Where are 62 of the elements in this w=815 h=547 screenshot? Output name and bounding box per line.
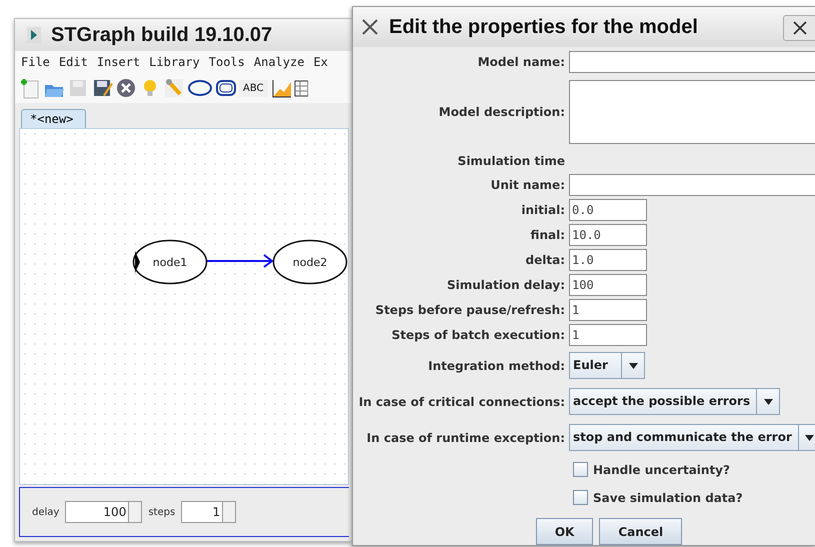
menu-item[interactable]: Tools xyxy=(208,55,245,69)
field-label: Steps of batch execution: xyxy=(390,328,565,342)
text-area[interactable] xyxy=(569,80,815,144)
ok-button[interactable]: OK xyxy=(536,518,594,545)
input-field[interactable]: 10.0 xyxy=(569,224,647,246)
floppy-pencil-icon[interactable] xyxy=(91,77,113,99)
input-field[interactable]: 1 xyxy=(569,324,647,346)
cancel-button[interactable]: Cancel xyxy=(599,518,682,545)
chart-icon[interactable] xyxy=(270,77,292,99)
field-label: final: xyxy=(530,228,565,242)
rounded-rectangle-icon[interactable] xyxy=(215,77,237,99)
tab[interactable]: *<new> xyxy=(21,109,86,128)
dropdown[interactable]: Euler xyxy=(569,352,645,379)
close-icon xyxy=(792,20,808,36)
menu-item[interactable]: Analyze xyxy=(254,55,304,69)
dropdown-arrow-icon xyxy=(764,398,773,404)
dropdown-arrow-icon xyxy=(805,434,814,440)
input-field[interactable]: 0.0 xyxy=(569,199,647,221)
field-label: Model description: xyxy=(438,105,565,119)
field-label: Simulation delay: xyxy=(446,278,565,292)
input-field[interactable]: 1.0 xyxy=(569,249,647,271)
delay-spinner[interactable]: 100 xyxy=(65,501,142,523)
checkbox[interactable] xyxy=(573,462,588,477)
menu-item[interactable]: Ex xyxy=(313,55,328,69)
field-label: Model name: xyxy=(476,55,565,69)
field-label: Steps before pause/refresh: xyxy=(374,303,565,317)
menu-item[interactable]: Insert xyxy=(96,55,140,69)
checkbox-label: Handle uncertainty? xyxy=(593,462,730,476)
field-label: In case of runtime exception: xyxy=(366,430,565,444)
field-label: Unit name: xyxy=(490,178,565,192)
input-field[interactable] xyxy=(569,174,815,196)
checkbox-label: Save simulation data? xyxy=(593,490,743,504)
window-title: STGraph build 19.10.07 xyxy=(51,24,272,46)
steps-label: steps xyxy=(148,506,176,518)
input-field[interactable]: 1 xyxy=(569,299,647,321)
close-button[interactable] xyxy=(783,15,815,41)
menu-item[interactable]: Library xyxy=(149,55,200,69)
field-label: Integration method: xyxy=(427,358,565,372)
menu-item[interactable]: Edit xyxy=(58,55,88,69)
close-circle-icon[interactable] xyxy=(115,77,137,99)
ellipse-icon[interactable] xyxy=(187,77,213,99)
field-label: delta: xyxy=(524,253,565,267)
node[interactable]: node1 xyxy=(132,239,208,285)
dropdown[interactable]: accept the possible errors xyxy=(569,388,780,415)
menu-item[interactable]: File xyxy=(21,55,50,69)
text-tool-icon[interactable]: ABC xyxy=(239,80,268,96)
input-field[interactable]: 100 xyxy=(569,274,647,296)
play-icon[interactable] xyxy=(27,27,41,43)
dropdown[interactable]: stop and communicate the error xyxy=(569,424,815,451)
close-icon[interactable] xyxy=(361,18,379,36)
input-field[interactable] xyxy=(569,51,815,73)
node[interactable]: node2 xyxy=(272,239,348,285)
field-label: In case of critical connections: xyxy=(358,394,565,408)
field-label: Simulation time xyxy=(456,154,565,168)
dropdown-arrow-icon xyxy=(628,362,638,368)
checkbox[interactable] xyxy=(573,490,588,505)
field-label: initial: xyxy=(520,203,565,217)
connection-arrow xyxy=(206,254,276,268)
new-document-icon[interactable] xyxy=(19,77,41,99)
dialog-title: Edit the properties for the model xyxy=(389,16,698,38)
steps-spinner[interactable]: 1 xyxy=(181,501,236,523)
delay-label: delay xyxy=(32,506,60,518)
